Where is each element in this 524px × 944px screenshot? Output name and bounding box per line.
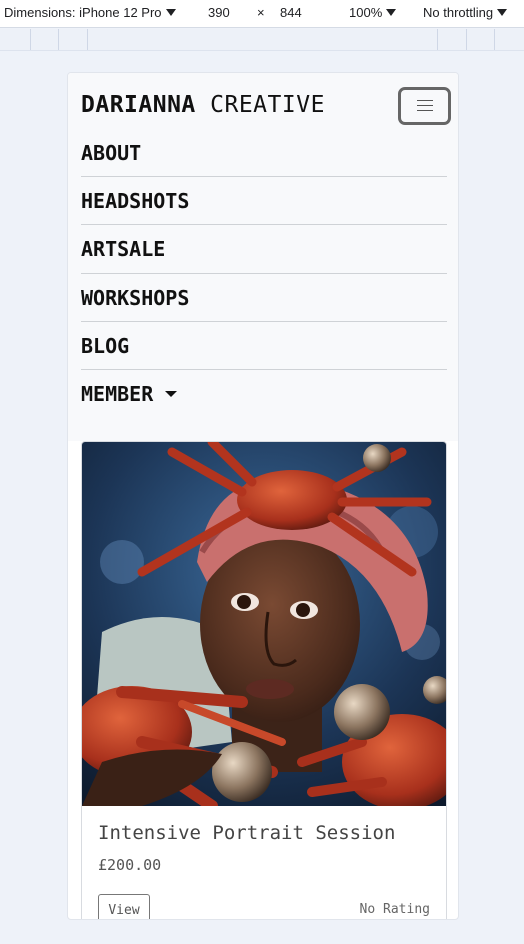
nav-item-label: BLOG: [81, 333, 130, 358]
brand-bold: DARIANNA: [81, 92, 196, 118]
product-card: Intensive Portrait Session £200.00 View …: [81, 441, 447, 919]
ruler-tick: [30, 29, 31, 50]
product-title[interactable]: Intensive Portrait Session: [98, 822, 395, 844]
dropdown-arrow-icon: [165, 9, 176, 16]
height-input[interactable]: 844: [280, 5, 302, 20]
nav-item-artsale[interactable]: ARTSALE: [81, 225, 447, 274]
throttling-label: No throttling: [423, 5, 494, 20]
view-button[interactable]: View: [98, 894, 150, 919]
site-navbar: DARIANNA CREATIVE ABOUT HEADSHOTS ARTSAL…: [68, 73, 458, 441]
nav-item-label: MEMBER: [81, 381, 154, 406]
nav-item-label: WORKSHOPS: [81, 285, 190, 310]
nav-item-about[interactable]: ABOUT: [81, 129, 447, 178]
product-rating: No Rating: [359, 902, 430, 917]
media-query-ruler: [0, 29, 524, 51]
dimensions-label: Dimensions: iPhone 12 Pro: [4, 5, 162, 20]
ruler-tick: [437, 29, 438, 50]
zoom-label: 100%: [349, 5, 383, 20]
nav-item-member[interactable]: MEMBER: [81, 370, 447, 418]
dropdown-arrow-icon: [497, 9, 508, 16]
device-viewport: DARIANNA CREATIVE ABOUT HEADSHOTS ARTSAL…: [67, 72, 459, 920]
site-brand[interactable]: DARIANNA CREATIVE: [81, 92, 325, 118]
nav-item-label: HEADSHOTS: [81, 189, 190, 214]
throttling-dropdown[interactable]: No throttling: [423, 5, 508, 20]
ruler-tick: [494, 29, 495, 50]
dimensions-dropdown[interactable]: Dimensions: iPhone 12 Pro: [4, 5, 176, 20]
menu-toggle-button[interactable]: [398, 87, 451, 125]
ruler-tick: [87, 29, 88, 50]
ruler-tick: [58, 29, 59, 50]
devtools-toolbar: Dimensions: iPhone 12 Pro 390 × 844 100%…: [0, 0, 524, 28]
nav-item-label: ARTSALE: [81, 237, 166, 262]
brand-light: CREATIVE: [210, 92, 325, 118]
dimension-times-symbol: ×: [257, 5, 265, 20]
nav-menu: ABOUT HEADSHOTS ARTSALE WORKSHOPS BLOG M…: [81, 129, 447, 418]
nav-item-label: ABOUT: [81, 141, 142, 165]
dropdown-arrow-icon: [386, 9, 397, 16]
caret-down-icon: [165, 390, 178, 397]
zoom-dropdown[interactable]: 100%: [349, 5, 397, 20]
product-price: £200.00: [98, 856, 162, 874]
ruler-tick: [466, 29, 467, 50]
nav-item-headshots[interactable]: HEADSHOTS: [81, 177, 447, 226]
nav-item-blog[interactable]: BLOG: [81, 322, 447, 370]
product-image[interactable]: [82, 442, 446, 806]
nav-item-workshops[interactable]: WORKSHOPS: [81, 274, 447, 322]
width-input[interactable]: 390: [208, 5, 230, 20]
